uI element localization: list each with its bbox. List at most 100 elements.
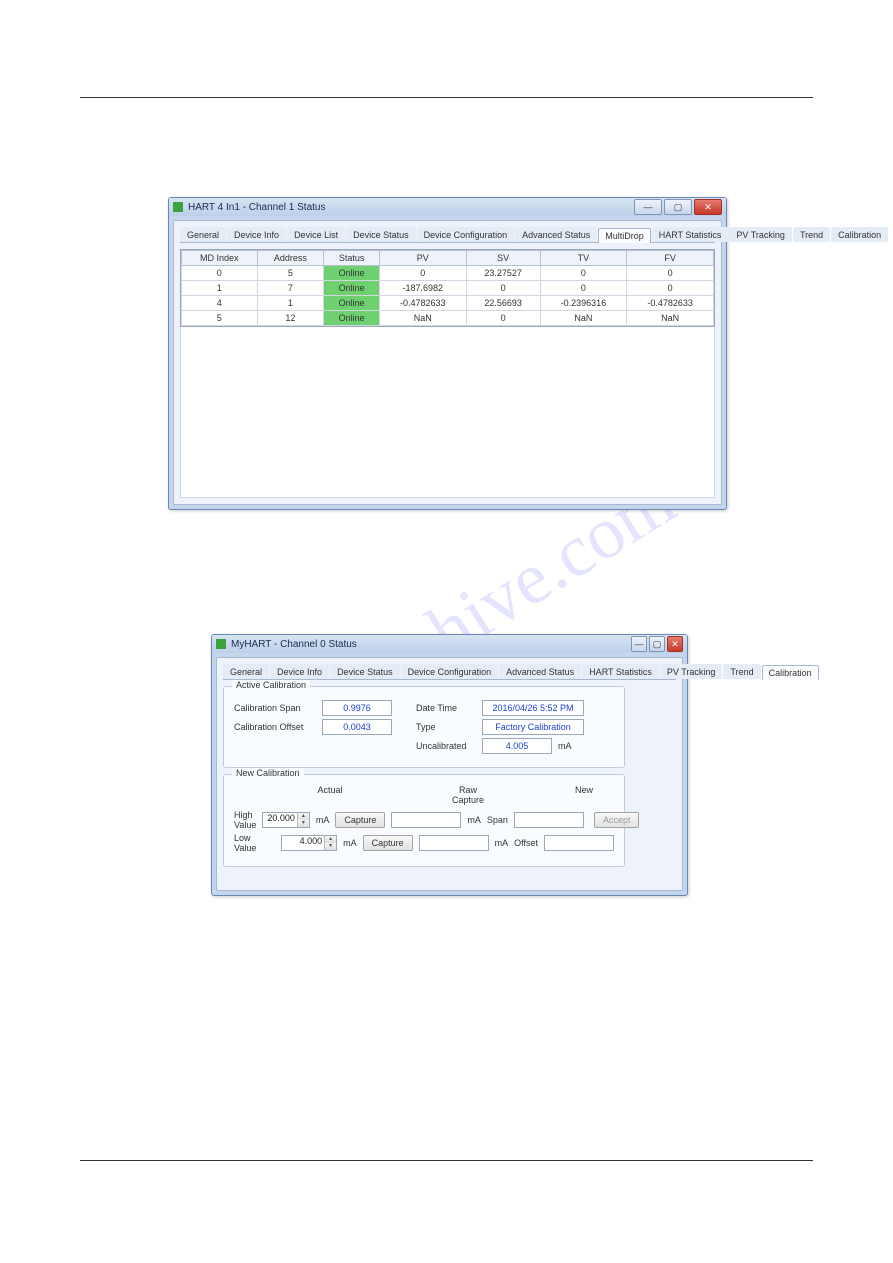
tab-hart-statistics[interactable]: HART Statistics: [652, 227, 729, 242]
spinner-down-icon[interactable]: ▾: [324, 843, 336, 850]
tab-pv-tracking[interactable]: PV Tracking: [729, 227, 792, 242]
table-row[interactable]: 41Online-0.478263322.56693-0.2396316-0.4…: [182, 296, 714, 311]
tab-trend[interactable]: Trend: [793, 227, 830, 242]
group-title: Active Calibration: [232, 680, 310, 690]
new-calibration-group: New Calibration Actual Raw Capture New H…: [223, 774, 625, 867]
window-calibration: MyHART - Channel 0 Status — ▢ ✕ GeneralD…: [211, 634, 688, 896]
active-calibration-group: Active Calibration Calibration Span 0.99…: [223, 686, 625, 768]
tab-strip: GeneralDevice InfoDevice ListDevice Stat…: [180, 227, 715, 243]
column-header[interactable]: Status: [324, 251, 380, 266]
tab-pv-tracking[interactable]: PV Tracking: [660, 664, 723, 679]
tab-device-status[interactable]: Device Status: [346, 227, 416, 242]
spinner-up-icon[interactable]: ▴: [324, 836, 336, 843]
tab-device-list[interactable]: Device List: [287, 227, 345, 242]
cell-fv: -0.4782633: [627, 296, 714, 311]
unit-ma: mA: [343, 838, 357, 848]
window-title: HART 4 In1 - Channel 1 Status: [188, 202, 634, 213]
cell-fv: 0: [627, 281, 714, 296]
window-title: MyHART - Channel 0 Status: [231, 639, 631, 650]
tab-calibration[interactable]: Calibration: [831, 227, 888, 242]
capture-high-button[interactable]: Capture: [335, 812, 385, 828]
label-uncalibrated: Uncalibrated: [416, 741, 476, 751]
tab-device-info[interactable]: Device Info: [227, 227, 286, 242]
tab-device-configuration[interactable]: Device Configuration: [417, 227, 515, 242]
tab-trend[interactable]: Trend: [723, 664, 760, 679]
table-row[interactable]: 512OnlineNaN0NaNNaN: [182, 311, 714, 326]
cell-status: Online: [324, 311, 380, 326]
colhead-raw: Raw Capture: [444, 785, 492, 805]
column-header[interactable]: MD Index: [182, 251, 258, 266]
cell-addr: 12: [257, 311, 324, 326]
column-header[interactable]: FV: [627, 251, 714, 266]
label-high-value: High Value: [234, 810, 256, 830]
tab-hart-statistics[interactable]: HART Statistics: [582, 664, 659, 679]
capture-low-button[interactable]: Capture: [363, 835, 413, 851]
tab-general[interactable]: General: [180, 227, 226, 242]
label-type: Type: [416, 722, 476, 732]
label-span: Span: [487, 815, 508, 825]
table-row[interactable]: 05Online023.2752700: [182, 266, 714, 281]
label-low-value: Low Value: [234, 833, 275, 853]
table-row[interactable]: 17Online-187.6982000: [182, 281, 714, 296]
input-low-actual[interactable]: 4.000▴▾: [281, 835, 337, 851]
value-uncalibrated: 4.005: [482, 738, 552, 754]
label-cal-offset: Calibration Offset: [234, 722, 316, 732]
tab-advanced-status[interactable]: Advanced Status: [499, 664, 581, 679]
cell-idx: 1: [182, 281, 258, 296]
unit-ma: mA: [467, 815, 481, 825]
cell-tv: 0: [540, 266, 627, 281]
cell-tv: -0.2396316: [540, 296, 627, 311]
label-cal-span: Calibration Span: [234, 703, 316, 713]
label-offset: Offset: [514, 838, 538, 848]
input-low-raw[interactable]: [419, 835, 489, 851]
cell-addr: 5: [257, 266, 324, 281]
minimize-button[interactable]: —: [631, 636, 647, 652]
value-cal-offset: 0.0043: [322, 719, 392, 735]
tab-multidrop[interactable]: MultiDrop: [598, 228, 651, 243]
tab-general[interactable]: General: [223, 664, 269, 679]
tab-calibration[interactable]: Calibration: [762, 665, 819, 680]
app-icon: [173, 202, 183, 212]
maximize-button[interactable]: ▢: [649, 636, 665, 652]
cell-tv: 0: [540, 281, 627, 296]
colhead-actual: Actual: [298, 785, 362, 795]
accept-button[interactable]: Accept: [594, 812, 640, 828]
close-button[interactable]: ✕: [667, 636, 683, 652]
column-header[interactable]: SV: [466, 251, 540, 266]
maximize-button[interactable]: ▢: [664, 199, 692, 215]
app-icon: [216, 639, 226, 649]
column-header[interactable]: PV: [379, 251, 466, 266]
unit-ma: mA: [495, 838, 509, 848]
cell-status: Online: [324, 266, 380, 281]
cell-sv: 0: [466, 281, 540, 296]
titlebar[interactable]: MyHART - Channel 0 Status — ▢ ✕: [212, 635, 687, 653]
value-datetime: 2016/04/26 5:52 PM: [482, 700, 584, 716]
window-multidrop: HART 4 In1 - Channel 1 Status — ▢ ✕ Gene…: [168, 197, 727, 510]
tab-device-info[interactable]: Device Info: [270, 664, 329, 679]
value-cal-span: 0.9976: [322, 700, 392, 716]
tab-advanced-status[interactable]: Advanced Status: [515, 227, 597, 242]
cell-idx: 4: [182, 296, 258, 311]
cell-addr: 7: [257, 281, 324, 296]
minimize-button[interactable]: —: [634, 199, 662, 215]
tab-device-status[interactable]: Device Status: [330, 664, 400, 679]
value-type: Factory Calibration: [482, 719, 584, 735]
tab-strip: GeneralDevice InfoDevice StatusDevice Co…: [223, 664, 676, 680]
titlebar[interactable]: HART 4 In1 - Channel 1 Status — ▢ ✕: [169, 198, 726, 216]
input-high-raw[interactable]: [391, 812, 461, 828]
value-new-offset: [544, 835, 614, 851]
cell-pv: -187.6982: [379, 281, 466, 296]
table-empty-area: [180, 327, 715, 498]
spinner-down-icon[interactable]: ▾: [297, 820, 309, 827]
column-header[interactable]: TV: [540, 251, 627, 266]
spinner-up-icon[interactable]: ▴: [297, 813, 309, 820]
cell-pv: -0.4782633: [379, 296, 466, 311]
column-header[interactable]: Address: [257, 251, 324, 266]
close-button[interactable]: ✕: [694, 199, 722, 215]
cell-idx: 5: [182, 311, 258, 326]
tab-device-configuration[interactable]: Device Configuration: [401, 664, 499, 679]
cell-status: Online: [324, 281, 380, 296]
input-high-actual[interactable]: 20.000▴▾: [262, 812, 310, 828]
cell-sv: 23.27527: [466, 266, 540, 281]
cell-addr: 1: [257, 296, 324, 311]
